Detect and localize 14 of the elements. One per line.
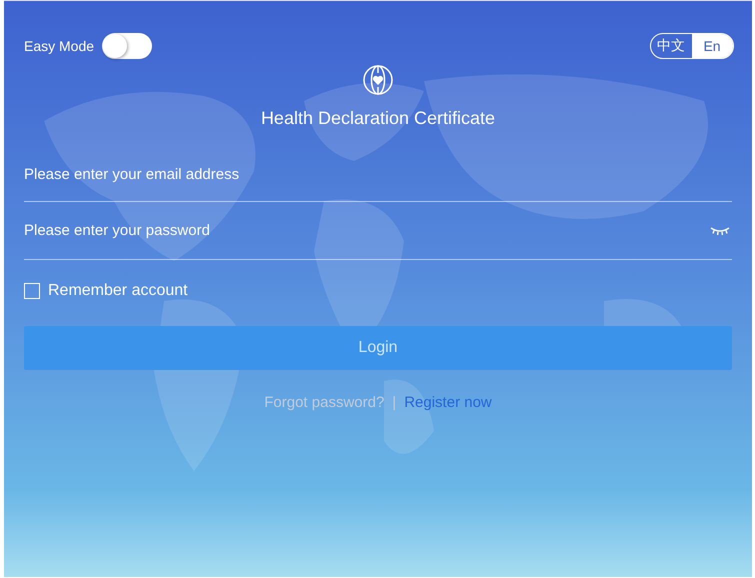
remember-checkbox[interactable] bbox=[24, 283, 40, 299]
login-button[interactable]: Login bbox=[24, 326, 732, 370]
password-field[interactable]: Please enter your password bbox=[24, 202, 732, 260]
remember-account-label: Remember account bbox=[48, 282, 188, 300]
link-separator: | bbox=[392, 394, 396, 411]
easy-mode-toggle[interactable] bbox=[102, 33, 152, 59]
language-option[interactable]: 中文 bbox=[651, 34, 692, 58]
easy-mode-label: Easy Mode bbox=[24, 38, 94, 54]
app-title: Health Declaration Certificate bbox=[260, 108, 496, 129]
closed-eye-icon[interactable] bbox=[710, 226, 730, 236]
register-link[interactable]: Register now bbox=[404, 394, 492, 411]
email-field[interactable]: Please enter your email address bbox=[24, 147, 732, 202]
forgot-password-link[interactable]: Forgot password? bbox=[264, 394, 384, 411]
language-option[interactable]: En bbox=[692, 34, 733, 58]
